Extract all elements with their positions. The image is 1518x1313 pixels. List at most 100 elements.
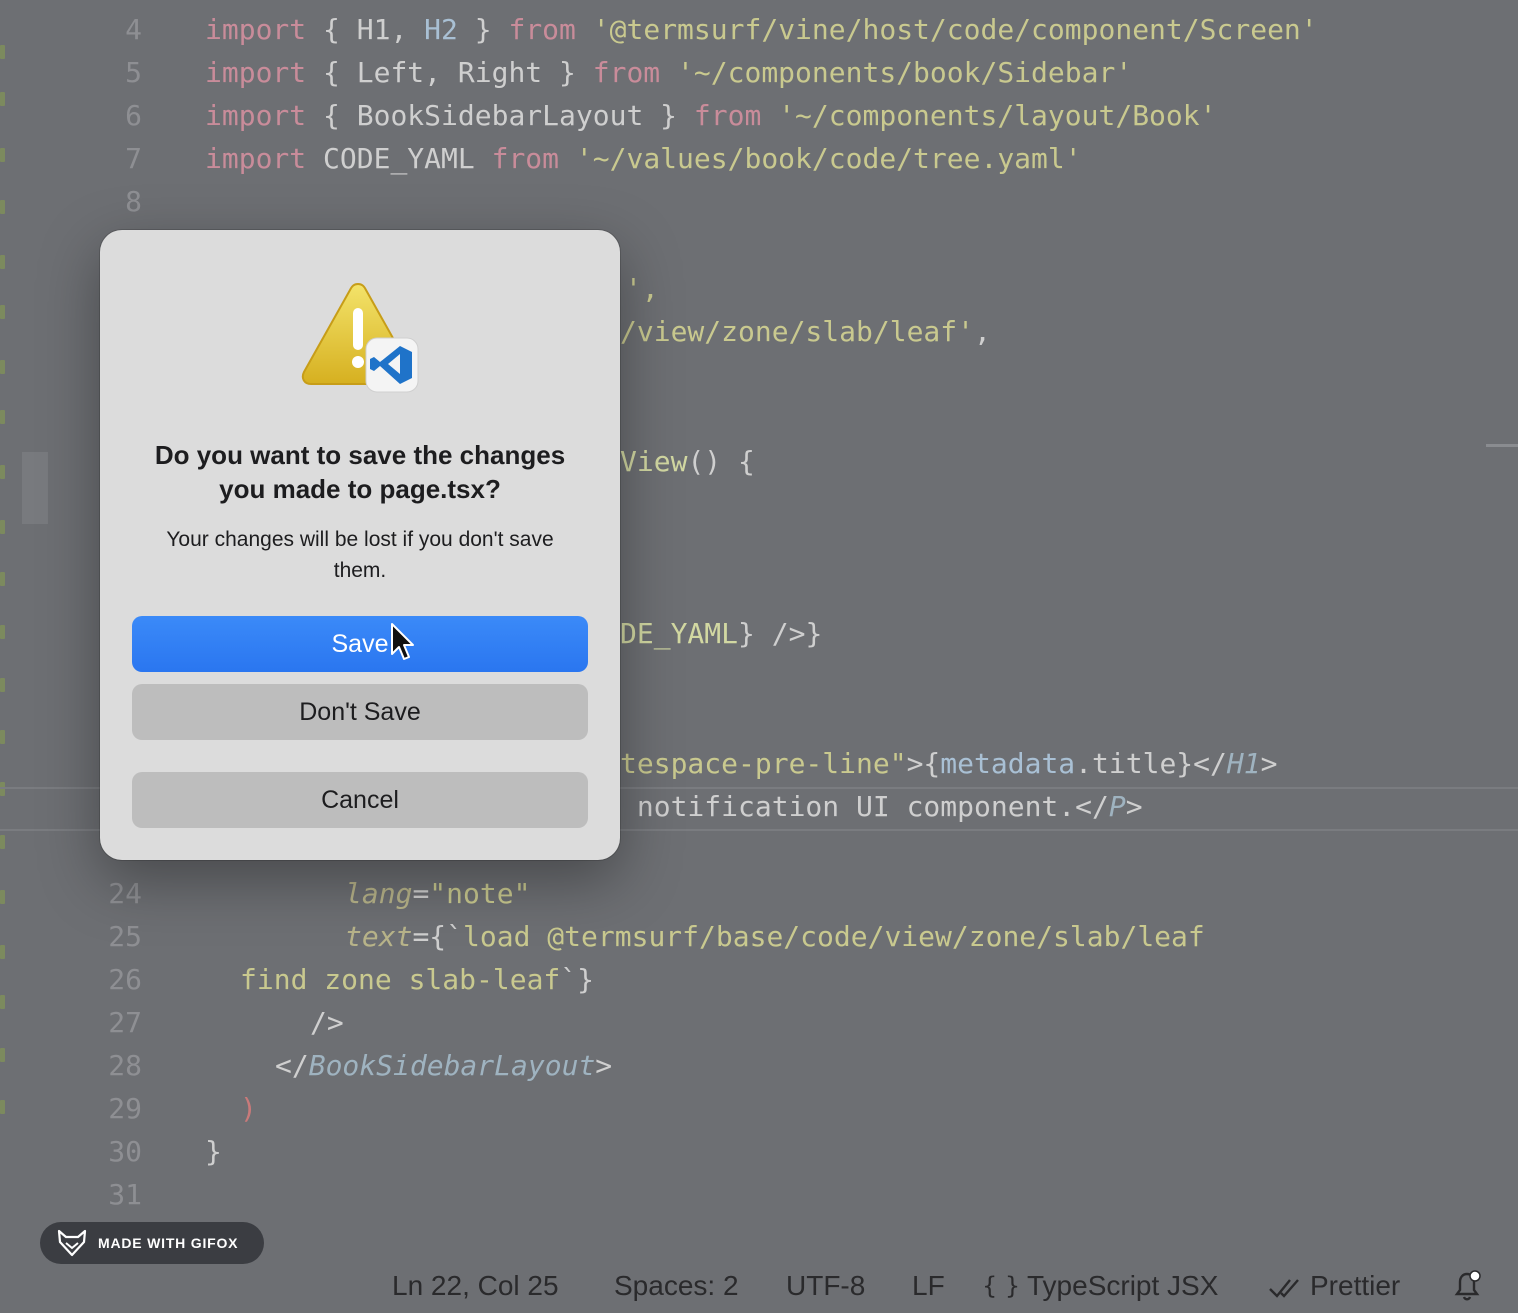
code-token: /> (310, 1006, 344, 1039)
code-line[interactable]: 30} (0, 1130, 1518, 1173)
line-code: text={`load @termsurf/base/code/view/zon… (345, 915, 1205, 958)
code-token: } />} (738, 617, 823, 650)
code-token: { BookSidebarLayout } (306, 99, 694, 132)
gutter-marker (0, 835, 5, 849)
line-number: 27 (108, 1006, 142, 1039)
gutter-marker (0, 360, 5, 374)
line-code: View() { (620, 440, 755, 483)
code-token: import (205, 99, 307, 132)
line-code: tespace-pre-line">{metadata.title}</H1> (620, 742, 1277, 785)
code-line[interactable]: 27 /> (0, 1001, 1518, 1044)
code-line[interactable]: 4 import { H1, H2 } from '@termsurf/vine/… (0, 8, 1518, 51)
code-line[interactable]: 25 text={`load @termsurf/base/code/view/z… (0, 915, 1518, 958)
status-cursor-position[interactable]: Ln 22, Col 25 (392, 1266, 559, 1306)
code-token: load @termsurf/base/code/view/zone/slab/… (463, 920, 1205, 953)
mouse-pointer-icon (391, 623, 414, 660)
code-line[interactable]: 5 import { Left, Right } from '~/componen… (0, 51, 1518, 94)
line-number: 7 (125, 142, 142, 175)
line-number: 28 (108, 1049, 142, 1082)
line-number: 25 (108, 920, 142, 953)
line-number: 31 (108, 1178, 142, 1211)
dialog-title: Do you want to save the changes you made… (154, 440, 566, 504)
double-check-icon (1268, 1272, 1302, 1312)
line-code: import { H1, H2 } from '@termsurf/vine/h… (205, 8, 1318, 51)
code-token: import (205, 142, 307, 175)
code-token: DE_YAML (620, 617, 739, 650)
code-token: >{ (906, 747, 941, 780)
bell-icon[interactable] (1450, 1270, 1484, 1313)
line-code: lang="note" (345, 872, 530, 915)
line-code: /view/zone/slab/leaf', (620, 310, 991, 353)
line-code: </BookSidebarLayout> (275, 1044, 612, 1087)
save-changes-dialog: Do you want to save the changes you made… (100, 230, 620, 860)
line-code: import { Left, Right } from '~/component… (205, 51, 1132, 94)
line-number: 29 (108, 1092, 142, 1125)
gifox-watermark: MADE WITH GIFOX (40, 1222, 264, 1264)
line-code: import { BookSidebarLayout } from '~/com… (205, 94, 1216, 137)
code-token: from (693, 99, 762, 132)
line-code: } (205, 1130, 222, 1173)
warning-with-vscode-icon (301, 282, 419, 393)
code-token: tespace-pre-line" (620, 747, 907, 780)
status-language-mode[interactable]: TypeScript JSX (1027, 1266, 1218, 1306)
code-token: find zone slab-leaf (240, 963, 561, 996)
code-token: '@termsurf/vine/host/code/component/Scre… (592, 13, 1318, 46)
code-token: import (205, 56, 307, 89)
code-token: </ (275, 1049, 309, 1082)
code-line[interactable]: 7 import CODE_YAML from '~/values/book/co… (0, 137, 1518, 180)
line-code: import CODE_YAML from '~/values/book/cod… (205, 137, 1082, 180)
code-token: ) (240, 1092, 257, 1125)
code-token: > (1260, 747, 1278, 780)
code-token: ={` (412, 920, 464, 953)
code-line[interactable]: 6 import { BookSidebarLayout } from '~/co… (0, 94, 1518, 137)
line-code: notification UI component.</P> (620, 785, 1143, 828)
line-number: 6 (125, 99, 142, 132)
fox-icon (57, 1229, 87, 1257)
watermark-text: MADE WITH GIFOX (98, 1235, 239, 1251)
code-token: ', (625, 272, 659, 305)
line-code: DE_YAML} />} (620, 612, 822, 655)
braces-icon: { } (982, 1272, 1021, 1300)
code-token: text (345, 920, 413, 953)
status-line-ending[interactable]: LF (912, 1266, 945, 1306)
code-line[interactable]: 28 </BookSidebarLayout> (0, 1044, 1518, 1087)
line-number: 24 (108, 877, 142, 910)
line-code: ', (625, 267, 659, 310)
dialog-message: Your changes will be lost if you don't s… (166, 528, 554, 582)
code-token: '~/components/layout/Book' (778, 99, 1217, 132)
cancel-button[interactable]: Cancel (132, 772, 588, 828)
code-line[interactable]: 26 find zone slab-leaf`} (0, 958, 1518, 1001)
dont-save-button[interactable]: Don't Save (132, 684, 588, 740)
gutter-marker (0, 520, 5, 534)
code-token: > (595, 1049, 613, 1082)
code-token: `} (560, 963, 595, 996)
code-token: metadata (940, 747, 1076, 780)
gutter-marker (0, 572, 5, 586)
code-token: '~/components/book/Sidebar' (677, 56, 1133, 89)
code-line[interactable]: 31 (0, 1173, 1518, 1216)
code-token: = (412, 877, 430, 910)
code-token: from (508, 13, 576, 46)
status-encoding[interactable]: UTF-8 (786, 1266, 865, 1306)
line-number: 5 (125, 56, 142, 89)
code-token: from (592, 56, 661, 89)
status-indentation[interactable]: Spaces: 2 (614, 1266, 739, 1306)
gutter-marker (0, 410, 5, 424)
code-token: H2 (424, 13, 458, 46)
line-number: 8 (125, 185, 142, 218)
line-number: 30 (108, 1135, 142, 1168)
code-line[interactable]: 24 lang="note" (0, 872, 1518, 915)
code-line[interactable]: 29) (0, 1087, 1518, 1130)
code-line[interactable]: 8 (0, 180, 1518, 223)
code-token: { H1, (306, 13, 425, 46)
code-token: .title}</ (1075, 747, 1227, 780)
code-token: , (974, 315, 991, 348)
code-token: import (205, 13, 307, 46)
save-button[interactable]: Save (132, 616, 588, 672)
code-token: } (457, 13, 509, 46)
status-formatter[interactable]: Prettier (1310, 1266, 1400, 1306)
